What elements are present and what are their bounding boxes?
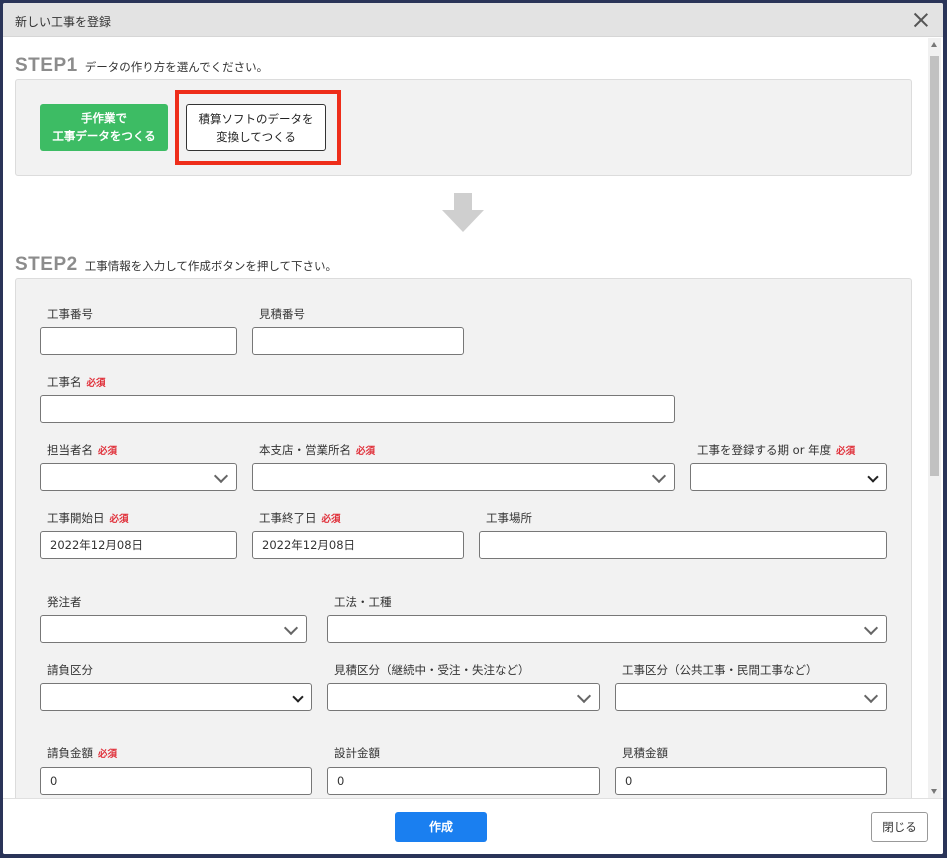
tantosha-label: 担当者名 必須	[47, 443, 118, 457]
mitsumori-bango-input[interactable]	[252, 327, 464, 355]
koji-mei-input[interactable]	[40, 395, 675, 423]
required-badge: 必須	[109, 514, 129, 525]
honshiten-label: 本支店・営業所名 必須	[259, 443, 376, 457]
chevron-down-icon	[653, 471, 664, 482]
ukeoi-kubun-label: 請負区分	[47, 663, 93, 677]
chevron-down-icon	[285, 623, 296, 634]
vertical-scrollbar[interactable]	[928, 38, 941, 798]
start-date-label: 工事開始日 必須	[47, 511, 129, 525]
sekkei-kingaku-input[interactable]: 0	[327, 767, 600, 795]
close-icon[interactable]	[911, 10, 931, 30]
convert-line2: 変換してつくる	[216, 130, 296, 144]
step1-description: データの作り方を選んでください。	[84, 60, 269, 74]
koho-label: 工法・工種	[334, 595, 392, 609]
modal-title: 新しい工事を登録	[15, 15, 112, 29]
mitsumori-bango-label: 見積番号	[259, 307, 305, 321]
create-button[interactable]: 作成	[395, 812, 487, 842]
required-badge: 必須	[836, 446, 856, 457]
manual-create-line1: 手作業で	[81, 111, 127, 125]
modal-header: 新しい工事を登録	[3, 3, 943, 37]
step2-heading: STEP2 工事情報を入力して作成ボタンを押して下さい。	[15, 254, 337, 276]
step2-description: 工事情報を入力して作成ボタンを押して下さい。	[84, 259, 338, 273]
koji-bango-input[interactable]	[40, 327, 237, 355]
basho-input[interactable]	[479, 531, 887, 559]
chevron-down-icon	[293, 693, 302, 702]
koji-kubun-label: 工事区分（公共工事・民間工事など）	[622, 663, 818, 677]
koji-kubun-select[interactable]	[615, 683, 887, 711]
koji-mei-label: 工事名 必須	[47, 375, 106, 389]
ukeoi-kingaku-input[interactable]: 0	[40, 767, 312, 795]
tantosha-select[interactable]	[40, 463, 237, 491]
mitsumori-kubun-label: 見積区分（継続中・受注・失注など）	[334, 663, 530, 677]
manual-create-button[interactable]: 手作業で 工事データをつくる	[40, 104, 168, 151]
required-badge: 必須	[86, 378, 106, 389]
scroll-up-icon[interactable]	[931, 42, 937, 47]
required-badge: 必須	[321, 514, 341, 525]
convert-estimate-button[interactable]: 積算ソフトのデータを 変換してつくる	[186, 104, 326, 151]
manual-create-line2: 工事データをつくる	[52, 129, 156, 143]
end-date-label: 工事終了日 必須	[259, 511, 341, 525]
ukeoi-kubun-select[interactable]	[40, 683, 312, 711]
mitsumori-kingaku-input[interactable]: 0	[615, 767, 887, 795]
start-date-input[interactable]: 2022年12月08日	[40, 531, 237, 559]
chevron-down-icon	[578, 691, 589, 702]
step1-number: STEP1	[15, 55, 78, 76]
step2-number: STEP2	[15, 254, 78, 275]
required-badge: 必須	[356, 446, 376, 457]
modal-body[interactable]: STEP1 データの作り方を選んでください。 手作業で 工事データをつくる 積算…	[3, 38, 943, 798]
koho-select[interactable]	[327, 615, 887, 643]
required-badge: 必須	[98, 749, 118, 760]
chevron-down-icon	[215, 471, 226, 482]
chevron-down-icon	[865, 623, 876, 634]
step2-panel: 工事番号 見積番号 工事名 必須 担当者名 必須 本支店・営業所名 必須 工事を登録す…	[15, 278, 912, 798]
required-badge: 必須	[98, 446, 118, 457]
down-arrow-icon	[442, 193, 484, 233]
chevron-down-icon	[865, 691, 876, 702]
register-project-modal: 新しい工事を登録 STEP1 データの作り方を選んでください。 手作業で 工事デ…	[3, 3, 943, 854]
sekkei-kingaku-label: 設計金額	[334, 746, 380, 760]
basho-label: 工事場所	[486, 511, 532, 525]
hacchusha-select[interactable]	[40, 615, 307, 643]
convert-line1: 積算ソフトのデータを	[198, 112, 314, 126]
step1-panel: 手作業で 工事データをつくる 積算ソフトのデータを 変換してつくる	[15, 79, 912, 176]
honshiten-select[interactable]	[252, 463, 675, 491]
period-select[interactable]	[690, 463, 887, 491]
scroll-thumb[interactable]	[930, 56, 939, 476]
chevron-down-icon	[868, 473, 877, 482]
modal-footer: 作成 閉じる	[3, 798, 943, 854]
close-button[interactable]: 閉じる	[871, 812, 928, 842]
end-date-input[interactable]: 2022年12月08日	[252, 531, 464, 559]
ukeoi-kingaku-label: 請負金額 必須	[47, 746, 118, 760]
period-label: 工事を登録する期 or 年度 必須	[697, 443, 856, 457]
koji-bango-label: 工事番号	[47, 307, 93, 321]
mitsumori-kubun-select[interactable]	[327, 683, 600, 711]
step1-heading: STEP1 データの作り方を選んでください。	[15, 55, 268, 77]
mitsumori-kingaku-label: 見積金額	[622, 746, 668, 760]
scroll-down-icon[interactable]	[931, 789, 937, 794]
hacchusha-label: 発注者	[47, 595, 82, 609]
